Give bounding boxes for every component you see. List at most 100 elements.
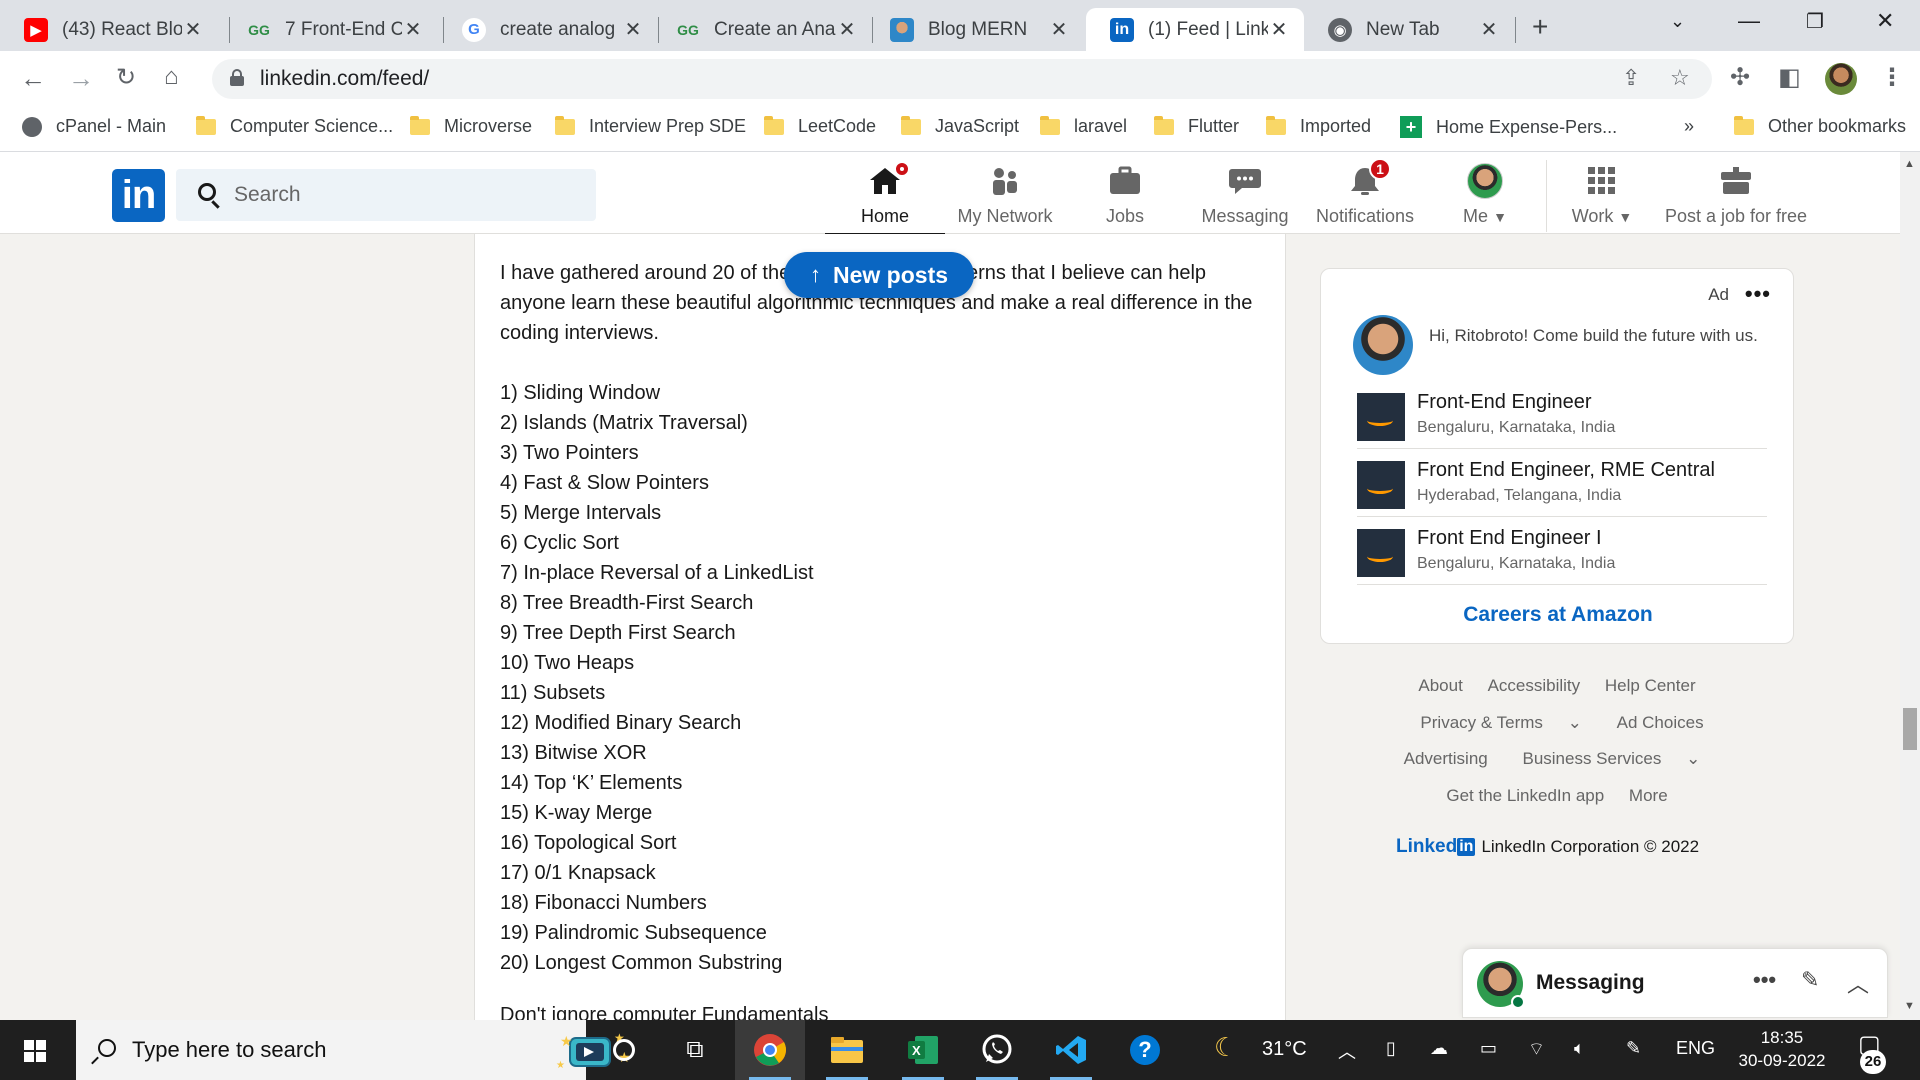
input-language[interactable]: ENG bbox=[1676, 1038, 1715, 1059]
more-options-icon[interactable]: ••• bbox=[1753, 967, 1776, 993]
close-tab-icon[interactable]: ✕ bbox=[1478, 17, 1500, 42]
new-tab-plus-icon[interactable]: + bbox=[1532, 11, 1548, 43]
back-arrow-icon[interactable]: ← bbox=[20, 63, 46, 94]
job-listing[interactable]: Front-End Engineer Bengaluru, Karnataka,… bbox=[1357, 383, 1767, 449]
more-options-icon[interactable]: ••• bbox=[1745, 281, 1771, 307]
minimize-icon[interactable]: — bbox=[1738, 8, 1760, 34]
nav-post-job[interactable]: Post a job for free bbox=[1656, 162, 1816, 234]
bookmark-folder[interactable]: Imported bbox=[1266, 115, 1371, 137]
system-clock[interactable]: 18:35 30-09-2022 bbox=[1734, 1026, 1830, 1072]
footer-link-privacy-terms[interactable]: Privacy & Terms ⌄ bbox=[1410, 713, 1591, 732]
side-panel-icon[interactable]: ◧ bbox=[1778, 63, 1801, 92]
browser-tab[interactable]: G create analog ✕ bbox=[438, 8, 658, 51]
weather-moon-icon[interactable]: ☾ bbox=[1214, 1032, 1237, 1063]
whatsapp-icon[interactable] bbox=[962, 1020, 1032, 1080]
excel-icon[interactable]: X bbox=[888, 1020, 958, 1080]
chrome-menu-icon[interactable]: ⋮ bbox=[1880, 63, 1904, 92]
linkedin-logo[interactable]: in bbox=[112, 169, 165, 222]
bookmarks-overflow-button[interactable]: » bbox=[1684, 116, 1694, 137]
browser-tab[interactable]: ▶ (43) React Blog ✕ bbox=[0, 8, 218, 51]
browser-tab[interactable]: GG 7 Front-End Ch ✕ bbox=[223, 8, 438, 51]
chevron-up-icon[interactable]: ︿ bbox=[1847, 967, 1869, 999]
bookmark-folder[interactable]: laravel bbox=[1040, 115, 1127, 137]
chevron-up-icon[interactable]: ︿ bbox=[1338, 1038, 1356, 1064]
browser-tab[interactable]: GG Create an Anal ✕ bbox=[652, 8, 872, 51]
notification-count-badge[interactable]: 26 bbox=[1860, 1050, 1886, 1074]
browser-tab-active[interactable]: in (1) Feed | Linke ✕ bbox=[1086, 8, 1304, 51]
cloud-icon[interactable]: ☁ bbox=[1430, 1038, 1448, 1059]
nav-notifications[interactable]: 1 Notifications bbox=[1305, 158, 1425, 234]
close-tab-icon[interactable]: ✕ bbox=[182, 17, 204, 42]
taskbar-search-box[interactable]: Type here to search ★ ★ ★ ★ bbox=[76, 1020, 631, 1080]
windows-start-icon[interactable] bbox=[24, 1040, 46, 1062]
bookmark-folder[interactable]: JavaScript bbox=[901, 115, 1019, 137]
close-tab-icon[interactable]: ✕ bbox=[402, 17, 424, 42]
bookmark-folder[interactable]: Interview Prep SDE bbox=[555, 115, 746, 137]
footer-link-help-center[interactable]: Help Center bbox=[1605, 676, 1696, 695]
footer-link-advertising[interactable]: Advertising bbox=[1404, 749, 1488, 768]
scroll-up-arrow-icon[interactable]: ▲ bbox=[1904, 158, 1915, 170]
taskbar-search-placeholder[interactable]: Type here to search bbox=[132, 1037, 326, 1063]
close-tab-icon[interactable]: ✕ bbox=[1048, 17, 1070, 42]
page-scrollbar[interactable]: ▲ ▼ bbox=[1900, 152, 1920, 1020]
bookmark-folder[interactable]: Microverse bbox=[410, 115, 532, 137]
restore-icon[interactable]: ❐ bbox=[1806, 9, 1824, 34]
footer-link-accessibility[interactable]: Accessibility bbox=[1488, 676, 1581, 695]
lock-icon[interactable] bbox=[230, 69, 244, 86]
job-title[interactable]: Front End Engineer, RME Central bbox=[1417, 459, 1715, 482]
careers-at-amazon-link[interactable]: Careers at Amazon bbox=[1321, 603, 1795, 627]
address-bar[interactable]: linkedin.com/feed/ ⇪ ☆ bbox=[212, 59, 1712, 99]
messaging-overlay[interactable]: Messaging ••• ✎ ︿ bbox=[1462, 948, 1888, 1018]
url-text[interactable]: linkedin.com/feed/ bbox=[260, 67, 429, 91]
bookmark-star-icon[interactable]: ☆ bbox=[1670, 65, 1690, 91]
scrollbar-thumb[interactable] bbox=[1903, 708, 1917, 750]
device-icon[interactable]: ▯ bbox=[1386, 1038, 1396, 1059]
chrome-profile-avatar[interactable] bbox=[1825, 63, 1857, 95]
scroll-down-arrow-icon[interactable]: ▼ bbox=[1904, 1000, 1915, 1012]
job-title[interactable]: Front End Engineer I bbox=[1417, 527, 1602, 550]
nav-work[interactable]: Work ▼ bbox=[1542, 162, 1662, 234]
footer-link-ad-choices[interactable]: Ad Choices bbox=[1617, 713, 1704, 732]
network-icon[interactable]: ⌔ bbox=[1528, 1038, 1545, 1061]
other-bookmarks[interactable]: Other bookmarks bbox=[1734, 115, 1906, 137]
cortana-icon[interactable] bbox=[589, 1020, 659, 1080]
close-tab-icon[interactable]: ✕ bbox=[1268, 17, 1290, 42]
nav-messaging[interactable]: Messaging bbox=[1185, 162, 1305, 234]
home-icon[interactable]: ⌂ bbox=[164, 63, 179, 91]
tab-search-chevron-icon[interactable]: ⌄ bbox=[1670, 11, 1685, 32]
messaging-title[interactable]: Messaging bbox=[1536, 971, 1645, 995]
nav-jobs[interactable]: Jobs bbox=[1065, 162, 1185, 234]
bookmark-folder[interactable]: LeetCode bbox=[764, 115, 876, 137]
search-box[interactable] bbox=[176, 169, 596, 221]
job-listing[interactable]: Front End Engineer, RME Central Hyderaba… bbox=[1357, 451, 1767, 517]
footer-link-more[interactable]: More bbox=[1629, 786, 1668, 805]
vscode-icon[interactable] bbox=[1036, 1020, 1106, 1080]
bookmark-folder[interactable]: Computer Science... bbox=[196, 115, 393, 137]
chrome-taskbar-icon[interactable] bbox=[735, 1020, 805, 1080]
reload-icon[interactable]: ↻ bbox=[116, 63, 136, 92]
volume-icon[interactable]: 🔈︎ bbox=[1574, 1038, 1585, 1059]
compose-icon[interactable]: ✎ bbox=[1801, 967, 1819, 993]
share-icon[interactable]: ⇪ bbox=[1622, 65, 1640, 91]
new-posts-button[interactable]: ↑ New posts bbox=[784, 252, 975, 298]
browser-tab[interactable]: Blog MERN ✕ bbox=[866, 8, 1084, 51]
help-icon[interactable]: ? bbox=[1110, 1020, 1180, 1080]
bookmark-folder[interactable]: Flutter bbox=[1154, 115, 1239, 137]
nav-home[interactable]: Home bbox=[825, 160, 945, 236]
footer-link-get-app[interactable]: Get the LinkedIn app bbox=[1446, 786, 1604, 805]
pen-icon[interactable]: ✎ bbox=[1626, 1038, 1641, 1059]
search-input[interactable] bbox=[234, 181, 574, 209]
extensions-puzzle-icon[interactable]: ✣ bbox=[1730, 63, 1750, 92]
footer-link-business-services[interactable]: Business Services ⌄ bbox=[1512, 749, 1710, 768]
close-tab-icon[interactable]: ✕ bbox=[836, 17, 858, 42]
job-listing[interactable]: Front End Engineer I Bengaluru, Karnatak… bbox=[1357, 519, 1767, 585]
weather-temperature[interactable]: 31°C bbox=[1262, 1038, 1307, 1061]
file-explorer-icon[interactable] bbox=[812, 1020, 882, 1080]
footer-link-about[interactable]: About bbox=[1418, 676, 1462, 695]
task-view-icon[interactable]: ⧉ bbox=[660, 1020, 730, 1080]
nav-my-network[interactable]: My Network bbox=[945, 162, 1065, 234]
forward-arrow-icon[interactable]: → bbox=[68, 63, 94, 94]
bookmark-cpanel[interactable]: cPanel - Main bbox=[22, 116, 166, 137]
nav-me[interactable]: Me ▼ bbox=[1425, 162, 1545, 234]
bookmark-sheet[interactable]: + Home Expense-Pers... bbox=[1400, 116, 1617, 138]
